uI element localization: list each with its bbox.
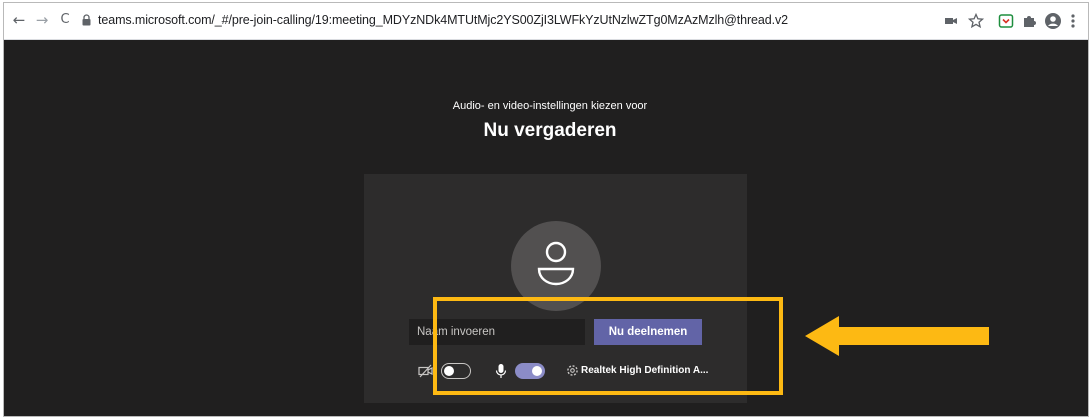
back-arrow-icon[interactable]: ← [10, 11, 28, 29]
highlight-box [433, 297, 783, 395]
pocket-extension-icon[interactable] [997, 12, 1015, 30]
profile-avatar-icon[interactable] [1044, 12, 1062, 30]
camera-off-icon [418, 364, 433, 378]
prejoin-subtitle: Audio- en video-instellingen kiezen voor [452, 100, 648, 112]
forward-arrow-icon[interactable]: → [33, 11, 51, 29]
person-icon [537, 241, 575, 286]
camera-in-use-icon[interactable] [942, 12, 960, 30]
reload-icon[interactable]: C [56, 11, 74, 29]
address-bar-url[interactable]: teams.microsoft.com/_#/pre-join-calling/… [98, 13, 788, 27]
extensions-puzzle-icon[interactable] [1021, 12, 1039, 30]
kebab-menu-icon[interactable] [1068, 12, 1078, 30]
browser-toolbar: ← → C teams.microsoft.com/_#/pre-join-ca… [4, 3, 1088, 40]
annotation-arrow-icon [805, 316, 989, 356]
bookmark-star-icon[interactable] [967, 12, 985, 30]
lock-icon[interactable] [82, 14, 91, 26]
meeting-title: Nu vergaderen [483, 120, 617, 141]
